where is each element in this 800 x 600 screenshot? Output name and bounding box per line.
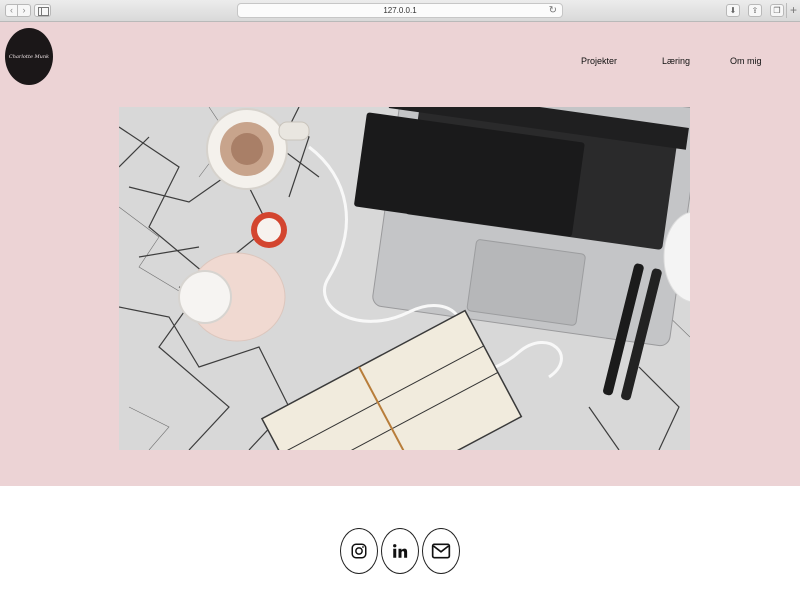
nav-link-laering[interactable]: Læring — [662, 56, 690, 66]
tabs-button[interactable]: ❐ — [770, 4, 784, 17]
address-bar[interactable]: 127.0.0.1 ↻ — [237, 3, 563, 18]
instagram-icon — [351, 543, 367, 559]
browser-toolbar: ‹ › 127.0.0.1 ↻ ⬇ ⇪ ❐ + — [0, 0, 800, 22]
url-text: 127.0.0.1 — [383, 6, 417, 15]
mail-icon — [431, 543, 451, 559]
sidebar-toggle-button[interactable] — [34, 4, 51, 17]
hero-image — [119, 107, 690, 450]
new-tab-button[interactable]: + — [786, 3, 800, 18]
chevron-left-icon: ‹ — [10, 5, 13, 15]
back-button[interactable]: ‹ — [5, 4, 18, 17]
instagram-button[interactable] — [340, 528, 378, 574]
chevron-right-icon: › — [22, 5, 26, 15]
logo[interactable]: Charlotte Munk — [5, 28, 53, 85]
forward-button[interactable]: › — [18, 4, 31, 17]
download-icon: ⬇ — [729, 6, 737, 15]
nav-link-om-mig[interactable]: Om mig — [730, 56, 762, 66]
logo-text: Charlotte Munk — [8, 53, 50, 60]
tabs-icon: ❐ — [773, 6, 781, 15]
mail-button[interactable] — [422, 528, 460, 574]
nav-link-projekter[interactable]: Projekter — [581, 56, 617, 66]
share-button[interactable]: ⇪ — [748, 4, 762, 17]
download-button[interactable]: ⬇ — [726, 4, 740, 17]
reload-icon[interactable]: ↻ — [549, 5, 557, 16]
linkedin-button[interactable] — [381, 528, 419, 574]
linkedin-icon — [393, 544, 408, 558]
share-icon: ⇪ — [751, 6, 759, 15]
hero-image-illustration — [119, 107, 690, 450]
